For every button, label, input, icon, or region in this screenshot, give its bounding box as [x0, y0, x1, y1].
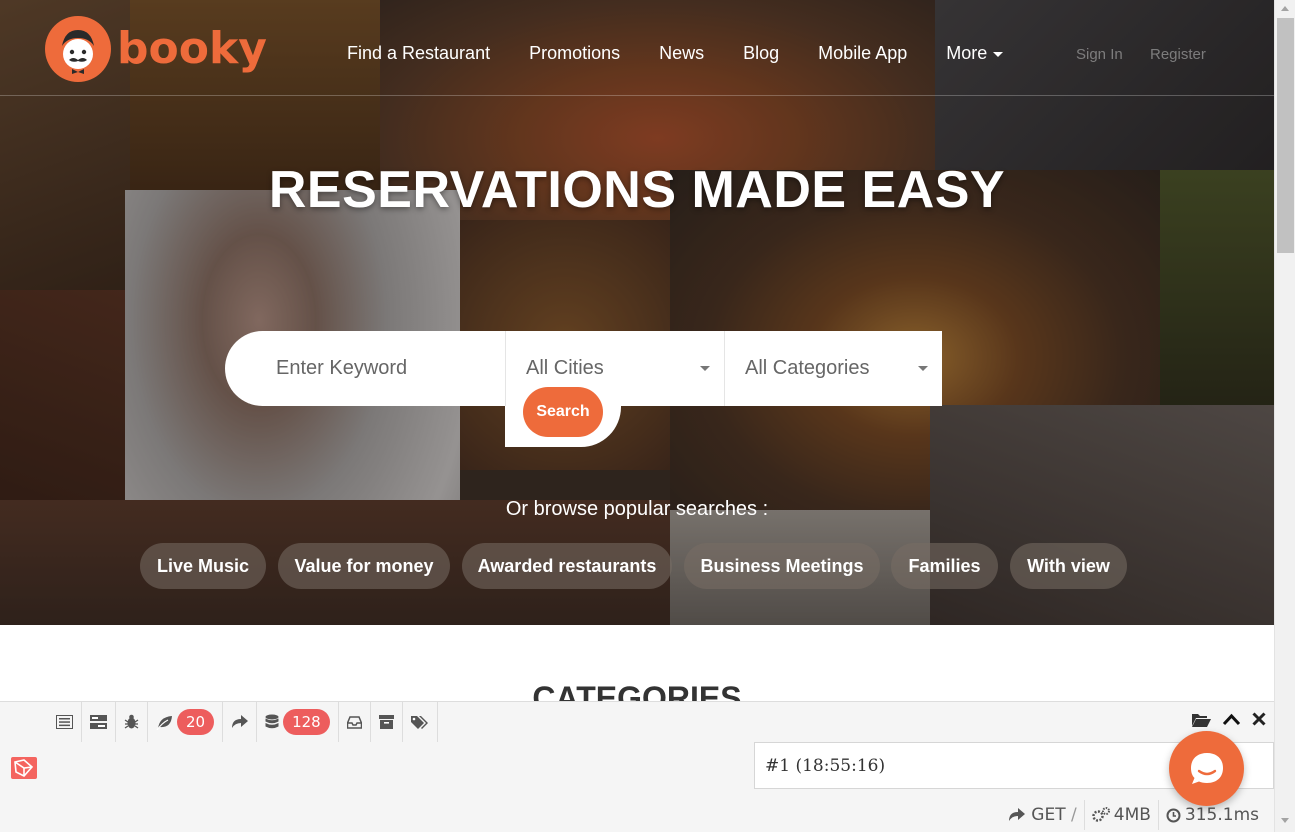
nav-promotions[interactable]: Promotions	[529, 43, 620, 64]
scroll-down-arrow-icon[interactable]	[1281, 818, 1289, 823]
scrollbar-thumb[interactable]	[1277, 18, 1294, 253]
request-route: /	[1071, 805, 1077, 825]
close-icon[interactable]	[1252, 712, 1266, 732]
tab-mails[interactable]	[339, 702, 371, 742]
request-method: GET	[1031, 805, 1066, 825]
nav-more-label: More	[946, 43, 988, 63]
brand-logo[interactable]: booky	[45, 16, 267, 82]
chip-with-view[interactable]: With view	[1010, 543, 1127, 589]
nav-find-restaurant[interactable]: Find a Restaurant	[347, 43, 490, 64]
scroll-up-arrow-icon[interactable]	[1281, 6, 1289, 11]
category-select-value: All Categories	[745, 357, 870, 379]
keyword-input[interactable]	[225, 331, 505, 406]
views-count-badge: 20	[177, 709, 215, 735]
browse-popular-label: Or browse popular searches :	[505, 498, 769, 520]
debug-status: GET / 4MB 315.1ms	[1001, 800, 1266, 830]
clock-icon	[1166, 808, 1181, 822]
debug-window-controls	[1180, 712, 1266, 732]
inbox-icon	[346, 715, 362, 729]
laravel-logo-icon[interactable]	[10, 754, 38, 787]
hero-headline: RESERVATIONS MADE EASY	[268, 161, 1006, 219]
debug-bar: 20 128 #1 (18:55:16) GET / 4MB 315.1ms	[0, 701, 1274, 832]
memory-usage: 4MB	[1113, 805, 1151, 825]
tab-route[interactable]	[223, 702, 258, 742]
nav-blog[interactable]: Blog	[743, 43, 779, 64]
tab-messages[interactable]	[48, 702, 82, 742]
nav-more-dropdown[interactable]: More	[946, 43, 1004, 64]
tab-exceptions[interactable]	[116, 702, 148, 742]
tab-request[interactable]	[403, 702, 438, 742]
open-folder-icon[interactable]	[1192, 712, 1211, 732]
share-arrow-icon	[1009, 808, 1026, 821]
chip-families[interactable]: Families	[891, 543, 998, 589]
popular-searches: Live Music Value for money Awarded resta…	[0, 543, 1274, 589]
tab-queries[interactable]: 128	[257, 702, 339, 742]
debug-toolbar: 20 128	[48, 702, 438, 742]
request-selector-value: #1 (18:55:16)	[765, 755, 886, 776]
chip-awarded-restaurants[interactable]: Awarded restaurants	[462, 543, 672, 589]
top-navbar: booky Find a Restaurant Promotions News …	[0, 0, 1274, 96]
memory-usage-item: 4MB	[1083, 800, 1158, 830]
timeline-icon	[90, 715, 107, 729]
maximize-chevron-up-icon[interactable]	[1222, 712, 1241, 732]
leaf-icon	[156, 715, 172, 730]
sign-in-link[interactable]: Sign In	[1076, 46, 1123, 63]
category-select[interactable]: All Categories	[724, 331, 942, 406]
caret-down-icon	[993, 51, 1004, 57]
tab-session[interactable]	[371, 702, 403, 742]
search-button[interactable]: Search	[523, 387, 603, 437]
chevron-down-icon	[700, 366, 710, 371]
main-nav: Find a Restaurant Promotions News Blog M…	[347, 43, 1042, 64]
chip-live-music[interactable]: Live Music	[140, 543, 266, 589]
brand-name: booky	[117, 23, 267, 74]
chevron-down-icon	[918, 366, 928, 371]
database-icon	[265, 714, 279, 729]
chat-widget-button[interactable]	[1169, 731, 1244, 806]
tab-timeline[interactable]	[82, 702, 116, 742]
cogs-icon	[1092, 807, 1110, 822]
chip-business-meetings[interactable]: Business Meetings	[684, 543, 880, 589]
queries-count-badge: 128	[283, 709, 330, 735]
chip-value-for-money[interactable]: Value for money	[278, 543, 450, 589]
mascot-icon	[45, 16, 111, 82]
bug-icon	[124, 714, 139, 729]
hero-section: booky Find a Restaurant Promotions News …	[0, 0, 1274, 625]
share-arrow-icon	[232, 715, 249, 728]
register-link[interactable]: Register	[1150, 46, 1206, 63]
archive-icon	[378, 715, 394, 729]
messages-icon	[56, 715, 73, 729]
tab-views[interactable]: 20	[148, 702, 224, 742]
nav-news[interactable]: News	[659, 43, 704, 64]
page-scrollbar[interactable]	[1274, 0, 1295, 832]
request-method-item: GET /	[1001, 800, 1083, 830]
chat-bubble-icon	[1190, 752, 1223, 784]
nav-mobile-app[interactable]: Mobile App	[818, 43, 907, 64]
tags-icon	[410, 715, 428, 729]
request-duration: 315.1ms	[1184, 805, 1259, 825]
city-select-value: All Cities	[526, 357, 604, 379]
